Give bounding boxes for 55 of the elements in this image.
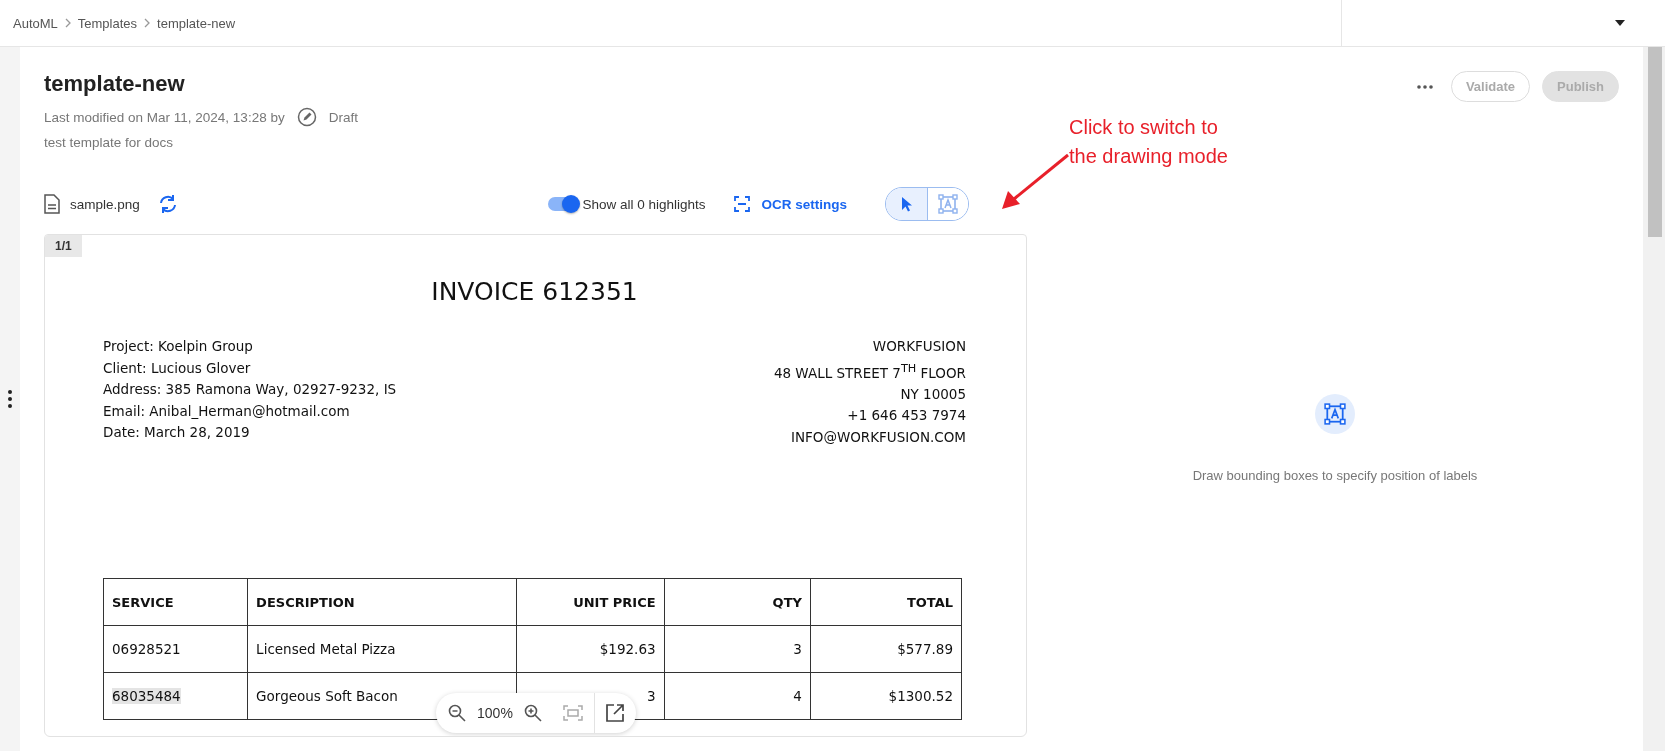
table-cell: $1300.52 bbox=[810, 672, 962, 720]
page-indicator: 1/1 bbox=[45, 235, 82, 257]
zoom-level: 100% bbox=[477, 705, 513, 721]
invoice-title: INVOICE 612351 bbox=[430, 277, 639, 306]
invoice-line: Project: Koelpin Group bbox=[103, 337, 253, 356]
table-cell: 4 bbox=[664, 672, 811, 720]
column-header: UNIT PRICE bbox=[516, 578, 665, 626]
invoice-line: +1 646 453 7974 bbox=[847, 406, 966, 425]
column-header: SERVICE bbox=[103, 578, 248, 626]
highlights-label: Show all 0 highlights bbox=[582, 196, 706, 212]
select-mode-button[interactable] bbox=[886, 188, 927, 220]
invoice-line: Address: 385 Ramona Way, 02927-9232, IS bbox=[103, 380, 397, 399]
file-icon bbox=[44, 194, 60, 214]
scrollbar-thumb[interactable] bbox=[1648, 47, 1662, 237]
empty-state-text: Draw bounding boxes to specify position of labels bbox=[1192, 468, 1478, 483]
invoice-line: 48 WALL STREET 7$^{TH}$ FLOOR bbox=[773, 360, 966, 382]
empty-state-icon bbox=[1315, 394, 1355, 434]
invoice-line: INFO@WORKFUSION.COM bbox=[790, 427, 966, 447]
status-text: Draft bbox=[328, 109, 358, 125]
table-cell: 06928521 bbox=[103, 625, 248, 673]
invoice-line: Email: Anibal_Herman@hotmail.com bbox=[103, 401, 350, 421]
bounding-box-icon bbox=[938, 194, 958, 214]
annotation-text: Click to switch to the drawing mode bbox=[1069, 115, 1229, 169]
invoice-line: Date: March 28, 2019 bbox=[103, 423, 250, 442]
pointer-icon bbox=[900, 196, 913, 212]
table-cell: 68035484 bbox=[103, 672, 248, 720]
column-header: QTY bbox=[664, 578, 811, 626]
ocr-settings-button[interactable]: OCR settings bbox=[727, 194, 853, 214]
column-header: TOTAL bbox=[810, 578, 962, 626]
zoom-out-button[interactable] bbox=[446, 702, 468, 724]
highlights-toggle[interactable] bbox=[548, 197, 579, 211]
breadcrumb-item[interactable]: AutoML bbox=[13, 15, 58, 31]
more-vertical-icon[interactable] bbox=[8, 390, 12, 408]
chevron-icon bbox=[143, 18, 152, 28]
scan-icon bbox=[733, 195, 752, 213]
open-external-button[interactable] bbox=[603, 702, 626, 724]
refresh-icon bbox=[157, 195, 178, 213]
caret-icon bbox=[1615, 20, 1625, 26]
invoice-line: NY 10005 bbox=[900, 384, 966, 404]
invoice-line: WORKFUSION bbox=[872, 337, 966, 356]
table-cell: 3 bbox=[664, 625, 811, 673]
chevron-icon bbox=[63, 18, 72, 28]
modified-text: Last modified on Mar 11, 2024, 13:28 by bbox=[44, 109, 285, 125]
template-title: template-new bbox=[44, 71, 186, 97]
table-cell: $577.89 bbox=[810, 625, 962, 673]
more-horizontal-icon bbox=[1416, 84, 1433, 89]
table-cell: $192.63 bbox=[516, 625, 665, 673]
pencil-icon bbox=[296, 107, 317, 127]
file-name: sample.png bbox=[70, 196, 140, 212]
breadcrumb-item[interactable]: Templates bbox=[77, 15, 138, 31]
breadcrumb-item[interactable]: template-new bbox=[157, 15, 236, 31]
invoice-line: Client: Lucious Glover bbox=[103, 358, 251, 378]
description-text: test template for docs bbox=[44, 135, 175, 150]
table-cell: Licensed Metal Pizza bbox=[247, 625, 517, 673]
column-header: DESCRIPTION bbox=[247, 578, 517, 626]
